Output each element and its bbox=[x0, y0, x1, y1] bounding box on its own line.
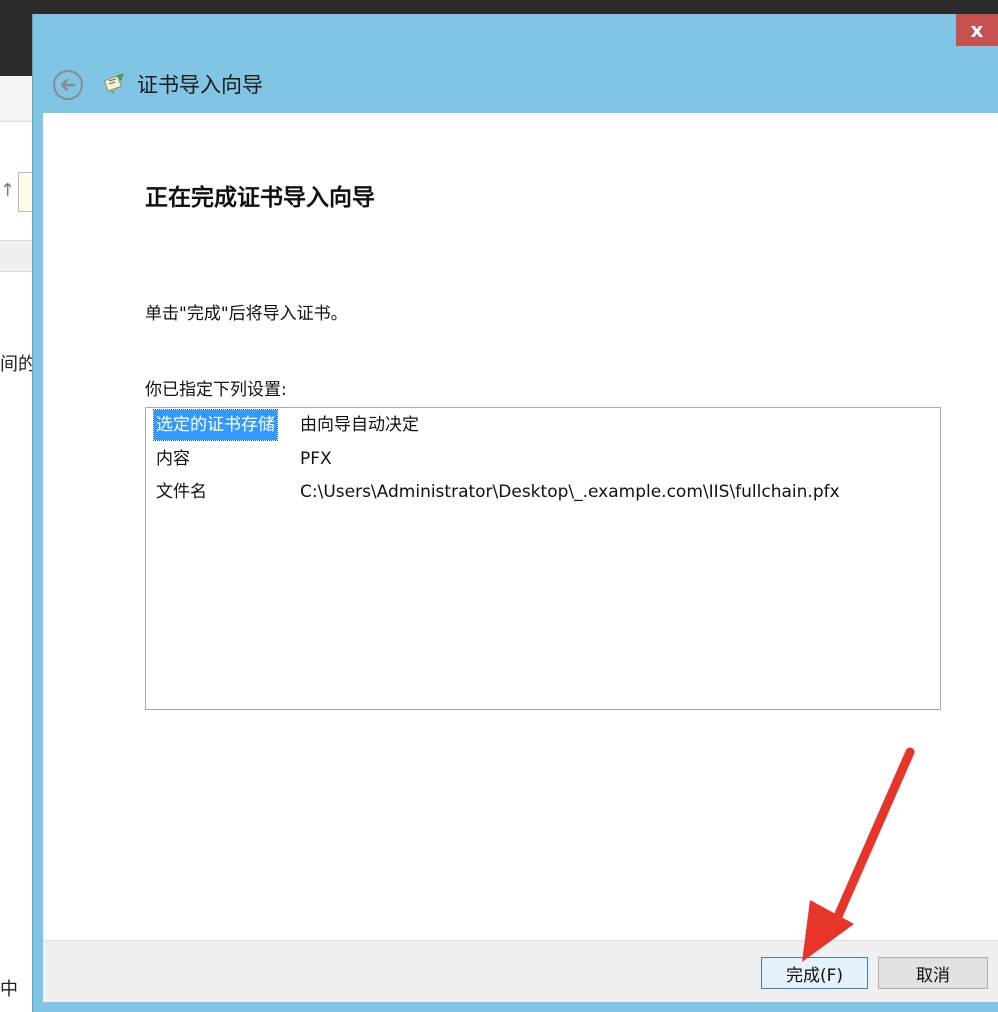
page-heading: 正在完成证书导入向导 bbox=[145, 185, 375, 211]
setting-value: 由向导自动决定 bbox=[300, 415, 419, 435]
background-text: 间的 bbox=[0, 354, 36, 375]
setting-key: 文件名 bbox=[156, 482, 207, 502]
setting-value: C:\Users\Administrator\Desktop\_.example… bbox=[300, 482, 840, 502]
certificate-wizard-icon bbox=[103, 73, 124, 94]
background-window bbox=[0, 14, 34, 1012]
background-window-column-header bbox=[0, 240, 34, 272]
red-arrow-icon bbox=[802, 747, 915, 962]
setting-key-selected[interactable]: 选定的证书存储 bbox=[153, 409, 278, 441]
background-text: 中 bbox=[0, 979, 18, 1000]
back-arrow-circle-icon bbox=[60, 78, 76, 92]
background-top-bar bbox=[0, 0, 998, 14]
dialog-title: 证书导入向导 bbox=[137, 73, 263, 97]
settings-list[interactable]: 选定的证书存储 由向导自动决定 内容 PFX 文件名 C:\Users\Admi… bbox=[145, 407, 941, 710]
close-icon: x bbox=[970, 18, 984, 42]
setting-key: 内容 bbox=[156, 449, 190, 469]
close-button[interactable]: x bbox=[956, 14, 998, 46]
back-button[interactable] bbox=[53, 70, 83, 100]
up-arrow-icon[interactable]: ↑ bbox=[0, 180, 15, 201]
background-window-header bbox=[0, 14, 34, 76]
background-window-toolbar bbox=[0, 76, 34, 122]
setting-value: PFX bbox=[300, 449, 332, 469]
instruction-text: 单击"完成"后将导入证书。 bbox=[145, 304, 348, 324]
settings-label: 你已指定下列设置: bbox=[145, 380, 287, 400]
